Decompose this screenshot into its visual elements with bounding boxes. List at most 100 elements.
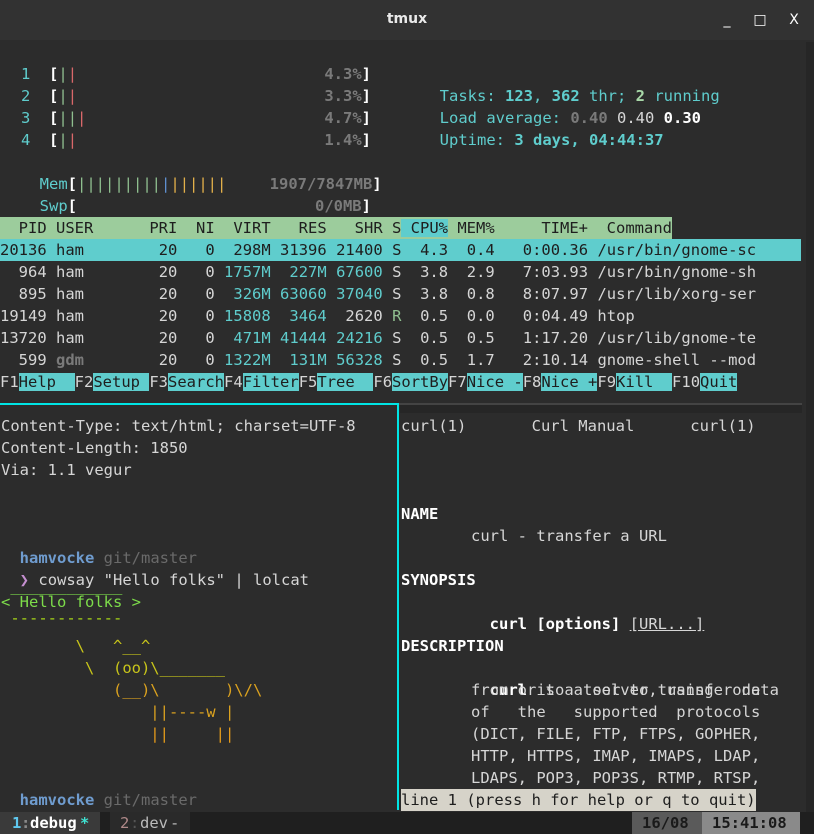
window-tab-dev[interactable]: 2 : dev -: [110, 812, 190, 834]
cell-pid: 13720: [0, 329, 47, 347]
column-header-command[interactable]: Command: [588, 219, 672, 237]
fkey-f1[interactable]: F1: [0, 373, 19, 391]
column-header-shr[interactable]: SHR: [327, 219, 383, 237]
cowsay-line: \ ^__^: [1, 637, 151, 655]
shell-prompt: hamvocke git/master: [1, 525, 197, 567]
fkey-label[interactable]: Nice +: [541, 373, 598, 391]
cell-time: 8:07.97: [522, 285, 589, 303]
man-section-description: DESCRIPTION: [401, 637, 504, 655]
fkey-f10[interactable]: F10: [672, 373, 700, 391]
mem-bars: ||||||||||||||||: [77, 175, 227, 193]
cell-user: ham: [56, 241, 85, 259]
prompt-user: hamvocke: [19, 791, 95, 809]
cell-ni: 0: [205, 285, 215, 303]
active-pane-border: [0, 403, 398, 405]
minimize-button[interactable]: _: [717, 10, 737, 30]
man-description-line: HTTP, HTTPS, IMAP, IMAPS, LDAP,: [471, 747, 761, 765]
fkey-f9[interactable]: F9: [597, 373, 616, 391]
cell-virt: 298M: [233, 241, 271, 259]
cell-time: 0:00.36: [522, 241, 589, 259]
man-description-line: (DICT, FILE, FTP, FTPS, GOPHER,: [471, 725, 761, 743]
cowsay-line: \ (oo)\_______: [1, 659, 225, 677]
column-header-res[interactable]: RES: [271, 219, 327, 237]
cell-cmd: /usr/bin/gnome-sh: [597, 263, 757, 281]
column-header-pri[interactable]: PRI: [140, 219, 177, 237]
column-header-cpu[interactable]: CPU%: [401, 219, 448, 237]
close-button[interactable]: X: [784, 10, 804, 30]
cell-shr: 21400: [336, 241, 383, 259]
cell-virt: 471M: [233, 329, 271, 347]
process-row[interactable]: 895 ham 20 0 326M 63060 37040 S 3.8 0.8 …: [0, 283, 756, 305]
cpu-value: 3.3%: [324, 87, 362, 105]
fkey-label[interactable]: Tree: [317, 373, 374, 391]
cell-time: 7:03.93: [522, 263, 589, 281]
process-row[interactable]: 13720 ham 20 0 471M 41444 24216 S 0.5 0.…: [0, 327, 756, 349]
process-row[interactable]: 20136 ham 20 0 298M 31396 21400 S 4.3 0.…: [0, 239, 801, 261]
cell-res: 63060: [280, 285, 327, 303]
fkey-f8[interactable]: F8: [523, 373, 542, 391]
cell-pri: 20: [158, 351, 178, 369]
swp-meter: Swp[: [39, 197, 78, 215]
cell-user: ham: [56, 307, 85, 325]
cell-res: 131M: [289, 351, 327, 369]
cell-shr: 24216: [336, 329, 383, 347]
prompt-branch: git/master: [103, 791, 197, 809]
process-row[interactable]: 19149 ham 20 0 15808 3464 2620 R 0.5 0.0…: [0, 305, 635, 327]
column-header-user[interactable]: USER: [56, 219, 140, 237]
process-table-header[interactable]: PID USER PRI NI VIRT RES SHR S CPU% MEM%…: [0, 217, 672, 239]
man-description-line: LDAPS, POP3, POP3S, RTMP, RTSP,: [471, 769, 761, 787]
column-header-ni[interactable]: NI: [177, 219, 215, 237]
cell-cpu: 3.8: [420, 263, 449, 281]
fkey-label[interactable]: Nice -: [466, 373, 523, 391]
cell-shr: 56328: [336, 351, 383, 369]
fkey-label[interactable]: Filter: [242, 373, 299, 391]
cell-pri: 20: [158, 307, 178, 325]
man-name-text: curl - transfer a URL: [471, 527, 667, 545]
fkey-f5[interactable]: F5: [299, 373, 318, 391]
fkey-label[interactable]: Help: [18, 373, 75, 391]
window-tab-debug[interactable]: 1 : debug *: [0, 812, 100, 834]
cell-cpu: 3.8: [420, 285, 449, 303]
cowsay-line: ------------: [1, 609, 123, 627]
command-input[interactable]: ❯: [1, 789, 29, 831]
cpu-value: 1.4%: [324, 131, 362, 149]
cell-user: ham: [56, 263, 85, 281]
column-header-virt[interactable]: VIRT: [215, 219, 270, 237]
pane-border: [400, 405, 802, 413]
fkey-label[interactable]: Search: [168, 373, 225, 391]
fkey-f7[interactable]: F7: [448, 373, 467, 391]
load-average: Load average: 0.40 0.40 0.30: [439, 109, 701, 127]
cell-cpu: 0.5: [420, 307, 449, 325]
cell-time: 2:10.14: [522, 351, 589, 369]
cell-res: 227M: [289, 263, 327, 281]
fkey-label[interactable]: Setup: [93, 373, 150, 391]
cell-pri: 20: [158, 263, 178, 281]
fkey-label[interactable]: Kill: [616, 373, 673, 391]
fkey-f4[interactable]: F4: [224, 373, 243, 391]
column-header-s[interactable]: S: [383, 219, 401, 237]
scrollbar[interactable]: [806, 42, 814, 834]
cpu-value: 4.7%: [324, 109, 362, 127]
column-header-pid[interactable]: PID: [0, 219, 56, 237]
status-date: 16/08: [632, 812, 702, 834]
process-row[interactable]: 964 ham 20 0 1757M 227M 67600 S 3.8 2.9 …: [0, 261, 756, 283]
fkey-label[interactable]: Quit: [700, 373, 738, 391]
cpu-label: 3: [21, 109, 31, 127]
function-key-bar: F1Help F2Setup F3SearchF4FilterF5Tree F6…: [0, 371, 738, 393]
column-header-mem[interactable]: MEM%: [448, 219, 494, 237]
cell-ni: 0: [205, 329, 215, 347]
fkey-f6[interactable]: F6: [373, 373, 392, 391]
tasks-summary: Tasks: 123, 362 thr; 2 running: [439, 87, 720, 105]
fkey-f2[interactable]: F2: [75, 373, 94, 391]
maximize-button[interactable]: □: [750, 10, 770, 30]
process-row[interactable]: 599 gdm 20 0 1322M 131M 56328 S 0.5 1.7 …: [0, 349, 756, 371]
mem-meter: Mem[||||||||||||||||: [39, 175, 227, 193]
fkey-label[interactable]: SortBy: [392, 373, 449, 391]
column-header-time[interactable]: TIME+: [495, 219, 588, 237]
less-status-line: line 1 (press h for help or q to quit): [401, 789, 756, 811]
cell-pid: 895: [18, 285, 47, 303]
cell-virt: 326M: [233, 285, 271, 303]
pane-divider[interactable]: [397, 403, 399, 810]
fkey-f3[interactable]: F3: [149, 373, 168, 391]
cell-mem: 0.4: [466, 241, 495, 259]
